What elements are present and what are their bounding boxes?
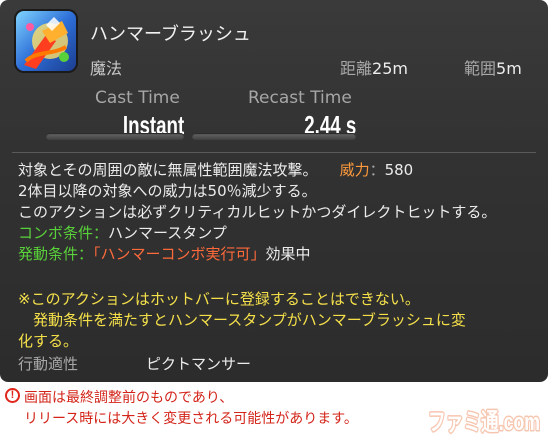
job-label: 行動適性: [18, 355, 79, 373]
potency-separator: ：: [369, 161, 385, 179]
range-value: 25m: [372, 59, 408, 78]
combo-separator: ：: [93, 224, 109, 242]
range-stat: 距離25m: [340, 55, 408, 79]
action-type: 魔法: [90, 59, 123, 78]
activation-label: 発動条件: [18, 245, 79, 263]
description-line-2: 2体目以降の対象への威力は50％減少する。: [18, 182, 317, 200]
activation-value: 「ハンマーコンボ実行可」: [93, 245, 266, 263]
radius-label: 範囲: [464, 59, 497, 78]
activation-condition: 発動条件：「ハンマーコンボ実行可」効果中: [18, 244, 311, 264]
warning-line-1: 画面は最終調整前のものであり、: [24, 390, 234, 406]
famitsu-logo: ファミ通.com ファミ通.com: [427, 408, 542, 437]
combo-condition: コンボ条件：ハンマースタンプ: [18, 223, 227, 243]
warning-line-2: リリース時には大きく変更される可能性があります。: [24, 411, 358, 427]
activation-suffix: 効果中: [265, 245, 311, 263]
action-name: ハンマーブラッシュ: [90, 24, 251, 45]
potency-label: 威力: [339, 161, 370, 179]
range-label: 距離: [340, 59, 373, 78]
combo-label: コンボ条件: [18, 224, 94, 242]
svg-text:ファミ通.com: ファミ通.com: [428, 409, 540, 436]
combo-value: ハンマースタンプ: [108, 224, 227, 242]
note-line-1: ※このアクションはホットバーに登録することはできない。: [18, 290, 420, 308]
recast-time-label: Recast Time: [248, 88, 352, 108]
hammer-brush-icon: [16, 11, 76, 71]
recast-time-gauge: [192, 133, 356, 140]
activation-separator: ：: [78, 245, 94, 263]
radius-stat: 範囲5m: [464, 55, 522, 79]
job-value: ピクトマンサー: [146, 355, 252, 373]
description-text: 対象とその周囲の敵に無属性範囲魔法攻撃。: [18, 161, 318, 179]
action-tooltip: ハンマーブラッシュ 魔法 距離25m 範囲5m Cast Time Recast…: [0, 0, 548, 382]
description-line-3: このアクションは必ずクリティカルヒットかつダイレクトヒットする。: [18, 203, 497, 221]
exclamation-circle-icon: !: [5, 388, 20, 403]
divider: [12, 152, 536, 153]
note-line-2: 発動条件を満たすとハンマースタンプがハンマーブラッシュに変: [18, 311, 466, 329]
description-line-1: 対象とその周囲の敵に無属性範囲魔法攻撃。 威力：580: [18, 160, 413, 180]
radius-value: 5m: [496, 59, 522, 78]
note-line-3: 化する。: [18, 332, 79, 350]
potency-value: 580: [384, 161, 414, 179]
cast-time-gauge: [46, 133, 184, 140]
cast-time-label: Cast Time: [95, 88, 180, 108]
